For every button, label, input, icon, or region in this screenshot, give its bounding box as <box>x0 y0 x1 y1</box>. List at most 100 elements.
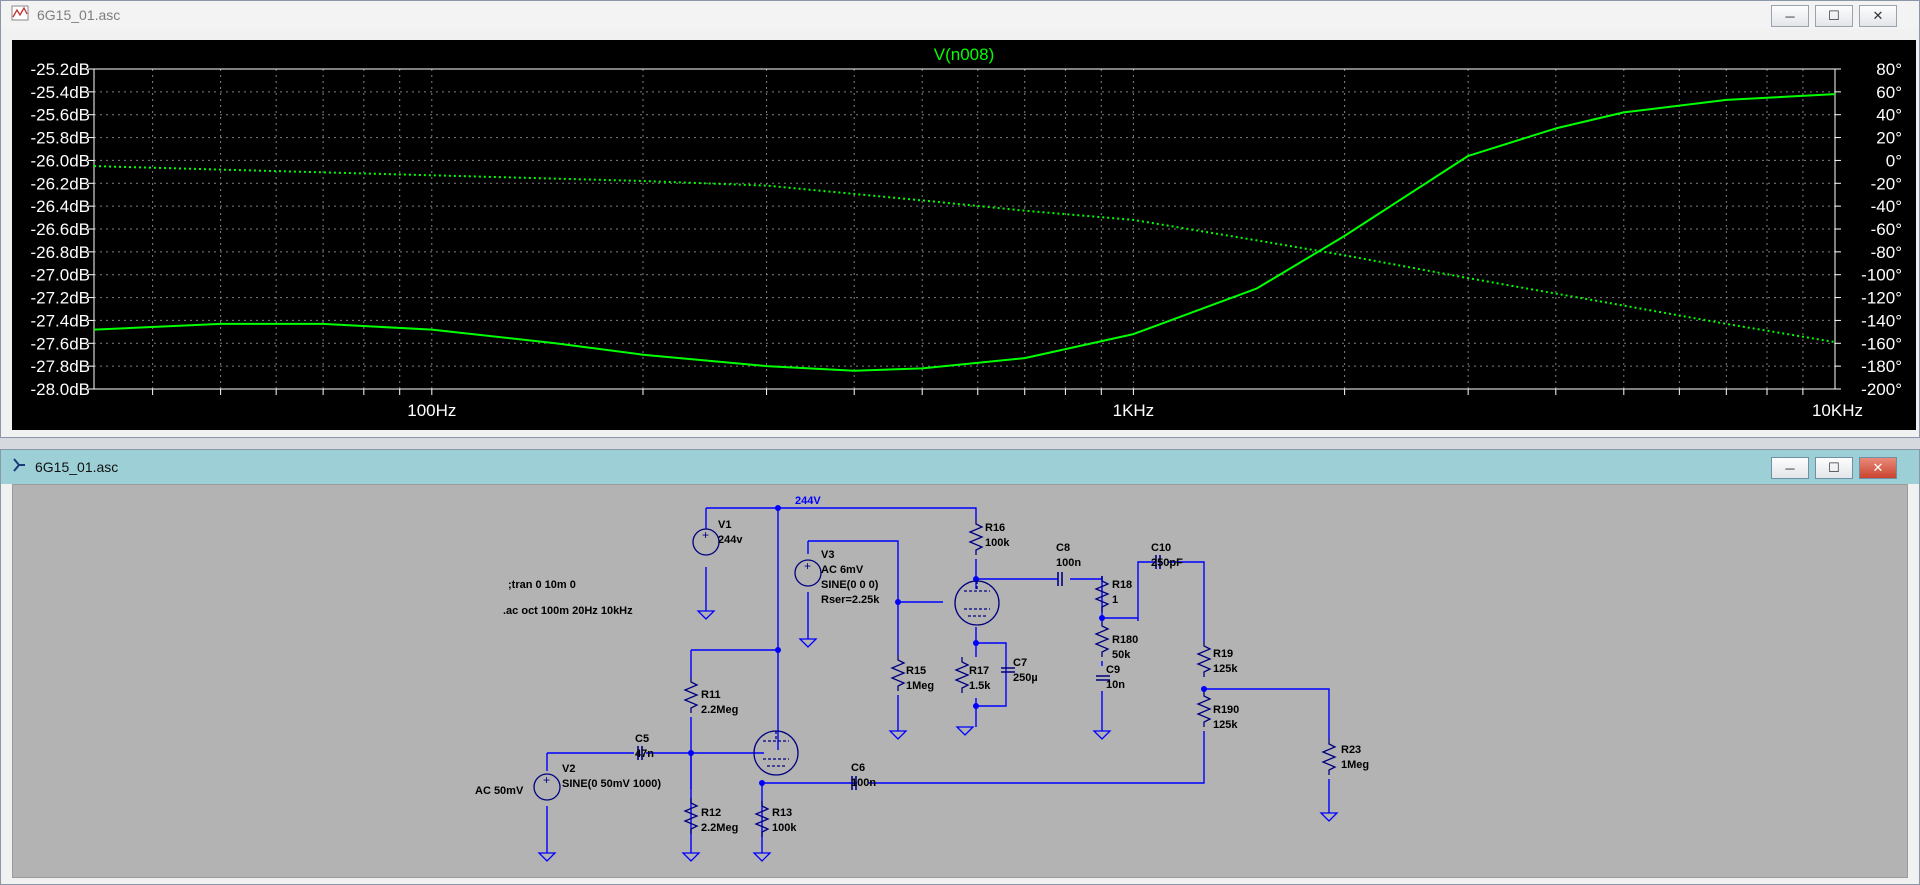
magnitude-series-line <box>93 93 1836 372</box>
component-label-r23[interactable]: 1Meg <box>1341 759 1369 771</box>
plot-grid <box>94 68 1835 395</box>
x-tick-label: 100Hz <box>407 401 456 420</box>
component-label-r15[interactable]: 1Meg <box>906 680 934 692</box>
schematic-canvas[interactable]: + + + V1 244v V2 SINE(0 50mV 1000) AC 50… <box>12 484 1908 878</box>
component-label-v3[interactable]: Rser=2.25k <box>821 594 880 606</box>
y2-tick-label: -200° <box>1861 380 1902 399</box>
svg-text:+: + <box>804 559 811 573</box>
component-label-r23[interactable]: R23 <box>1341 744 1361 756</box>
y2-tick-label: -120° <box>1861 289 1902 308</box>
component-label-c7[interactable]: 250µ <box>1013 672 1038 684</box>
minimize-button[interactable]: ─ <box>1771 457 1809 479</box>
tran-directive[interactable]: ;tran 0 10m 0 <box>508 579 576 591</box>
component-label-r17[interactable]: R17 <box>969 665 989 677</box>
component-label-c10[interactable]: C10 <box>1151 542 1171 554</box>
phase-series-line <box>93 165 1836 344</box>
component-label-r11[interactable]: 2.2Meg <box>701 704 738 716</box>
component-label-r16[interactable]: R16 <box>985 522 1005 534</box>
close-button[interactable]: ✕ <box>1859 5 1897 27</box>
y2-tick-label: 60° <box>1876 83 1902 102</box>
resistor-symbols <box>683 519 1337 837</box>
y2-tick-label: 20° <box>1876 129 1902 148</box>
capacitor-symbols <box>637 555 1161 790</box>
component-label-r190[interactable]: 125k <box>1213 719 1238 731</box>
schematic-titlebar[interactable]: 6G15_01.asc ─ ☐ ✕ <box>1 450 1919 484</box>
y2-tick-label: 0° <box>1886 151 1902 170</box>
component-label-c7[interactable]: C7 <box>1013 657 1027 669</box>
component-label-c10[interactable]: 250pF <box>1151 557 1183 569</box>
schematic-wires <box>546 507 1330 853</box>
x-tick-label: 1KHz <box>1113 401 1155 420</box>
y2-tick-label: -100° <box>1861 266 1902 285</box>
y-tick-label: -27.6dB <box>30 334 90 353</box>
component-label-v3[interactable]: SINE(0 0 0) <box>821 579 879 591</box>
component-label-v2[interactable]: SINE(0 50mV 1000) <box>562 778 661 790</box>
maximize-button[interactable]: ☐ <box>1815 457 1853 479</box>
close-button[interactable]: ✕ <box>1859 457 1897 479</box>
svg-text:+: + <box>543 773 550 787</box>
component-label-r18[interactable]: R18 <box>1112 579 1132 591</box>
component-label-r13[interactable]: 100k <box>772 822 797 834</box>
component-labels: V1 244v V2 SINE(0 50mV 1000) AC 50mV V3 AC 6mV… <box>475 519 1369 834</box>
y2-tick-label: -20° <box>1871 174 1902 193</box>
waveform-plot-area[interactable]: V(n008) -25.2dB -25.4dB -25.6dB -25.8dB -26.… <box>12 40 1916 430</box>
component-label-r18[interactable]: 1 <box>1112 594 1118 606</box>
y-tick-label: -25.8dB <box>30 129 90 148</box>
source-ac-label[interactable]: AC 50mV <box>475 785 524 797</box>
component-label-c6[interactable]: C6 <box>851 762 865 774</box>
maximize-button[interactable]: ☐ <box>1815 5 1853 27</box>
component-label-r19[interactable]: R19 <box>1213 648 1233 660</box>
y-tick-label: -25.2dB <box>30 60 90 79</box>
component-label-r12[interactable]: R12 <box>701 807 721 819</box>
x-tick-label: 10KHz <box>1812 401 1863 420</box>
component-label-r16[interactable]: 100k <box>985 537 1010 549</box>
y-tick-label: -26.4dB <box>30 197 90 216</box>
y2-tick-label: 40° <box>1876 106 1902 125</box>
y-tick-label: -26.0dB <box>30 151 90 170</box>
y-tick-label: -27.8dB <box>30 357 90 376</box>
component-label-c8[interactable]: C8 <box>1056 542 1070 554</box>
y2-tick-label: -80° <box>1871 243 1902 262</box>
y-tick-label: -25.6dB <box>30 106 90 125</box>
y2-tick-label: -160° <box>1861 334 1902 353</box>
net-label-244v[interactable]: 244V <box>795 495 821 507</box>
component-label-r15[interactable]: R15 <box>906 665 926 677</box>
minimize-button[interactable]: ─ <box>1771 5 1809 27</box>
waveform-window-title: 6G15_01.asc <box>37 7 121 23</box>
component-label-v2[interactable]: V2 <box>562 763 575 775</box>
y2-tick-label: 80° <box>1876 60 1902 79</box>
component-label-r19[interactable]: 125k <box>1213 663 1238 675</box>
schematic-svg: + + + V1244vV2SINE(0 50mV 1000)AC 50mVV3… <box>475 495 1369 862</box>
chart-title[interactable]: V(n008) <box>934 45 994 64</box>
component-label-r13[interactable]: R13 <box>772 807 792 819</box>
y2-tick-label: -40° <box>1871 197 1902 216</box>
component-label-v1[interactable]: 244v <box>718 534 743 546</box>
y-tick-label: -27.0dB <box>30 266 90 285</box>
waveform-app-icon <box>11 5 29 26</box>
component-label-c5[interactable]: C5 <box>635 733 649 745</box>
schematic-window-title: 6G15_01.asc <box>35 459 119 475</box>
svg-text:+: + <box>702 528 709 542</box>
component-label-v3[interactable]: V3 <box>821 549 834 561</box>
component-label-r11[interactable]: R11 <box>701 689 721 701</box>
component-label-r17[interactable]: 1.5k <box>969 680 991 692</box>
component-label-c9[interactable]: 10n <box>1106 679 1125 691</box>
y-tick-label: -26.6dB <box>30 220 90 239</box>
component-label-r180[interactable]: 50k <box>1112 649 1131 661</box>
waveform-titlebar[interactable]: 6G15_01.asc ─ ☐ ✕ <box>1 1 1919 29</box>
component-label-v1[interactable]: V1 <box>718 519 731 531</box>
component-label-v3[interactable]: AC 6mV <box>821 564 864 576</box>
component-label-c8[interactable]: 100n <box>1056 557 1081 569</box>
component-label-r190[interactable]: R190 <box>1213 704 1239 716</box>
component-label-c6[interactable]: 100n <box>851 777 876 789</box>
component-label-r12[interactable]: 2.2Meg <box>701 822 738 834</box>
y2-tick-label: -60° <box>1871 220 1902 239</box>
component-label-c5[interactable]: 47n <box>635 748 654 760</box>
y-tick-label: -27.2dB <box>30 289 90 308</box>
component-label-r180[interactable]: R180 <box>1112 634 1138 646</box>
schematic-app-icon <box>11 456 27 479</box>
y2-tick-label: -140° <box>1861 311 1902 330</box>
y-tick-label: -26.8dB <box>30 243 90 262</box>
ac-directive[interactable]: .ac oct 100m 20Hz 10kHz <box>503 605 633 617</box>
component-label-c9[interactable]: C9 <box>1106 664 1120 676</box>
